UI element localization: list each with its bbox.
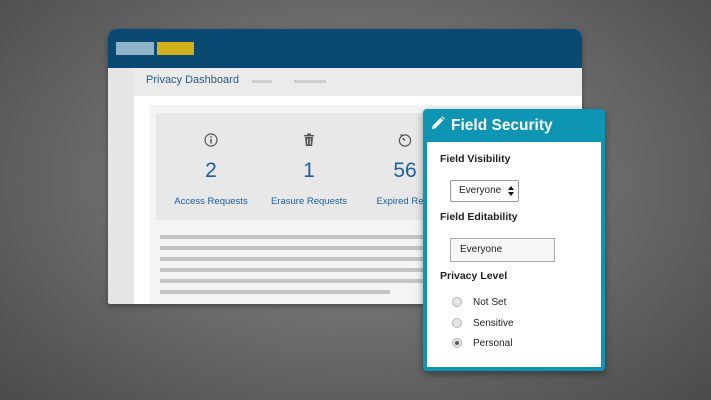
radio-label: Personal xyxy=(473,337,513,349)
panel-title: Field Security xyxy=(451,116,553,134)
text-line xyxy=(160,268,440,272)
panel-header: Field Security xyxy=(423,109,605,142)
privacy-option-sensitive[interactable]: Sensitive xyxy=(452,316,514,330)
panel-body: Field Visibility Everyone Field Editabil… xyxy=(427,142,601,367)
dashboard-navbar: Privacy Dashboard xyxy=(134,68,582,96)
nav-title[interactable]: Privacy Dashboard xyxy=(146,74,239,86)
nav-item-placeholder[interactable] xyxy=(294,80,326,83)
privacy-level-label: Privacy Level xyxy=(440,270,508,282)
field-security-panel: Field Security Field Visibility Everyone… xyxy=(423,109,605,371)
field-visibility-select[interactable]: Everyone xyxy=(450,180,519,202)
privacy-option-personal[interactable]: Personal xyxy=(452,336,512,350)
text-line xyxy=(160,257,440,261)
content-text-placeholder xyxy=(160,235,440,301)
field-visibility-label: Field Visibility xyxy=(440,153,511,165)
radio-label: Not Set xyxy=(473,296,507,308)
stat-access-requests[interactable]: 2 Access Requests xyxy=(156,113,266,220)
titlebar-tab-placeholder xyxy=(116,42,154,55)
trash-icon xyxy=(254,133,364,149)
field-editability-label: Field Editability xyxy=(440,211,518,223)
radio-button[interactable] xyxy=(452,297,462,307)
text-line xyxy=(160,279,440,283)
text-line xyxy=(160,235,440,239)
stat-label: Access Requests xyxy=(174,196,248,207)
stat-label: Erasure Requests xyxy=(270,196,348,207)
nav-item-placeholder[interactable] xyxy=(252,80,272,83)
pencil-icon xyxy=(431,116,445,135)
select-value: Everyone xyxy=(459,185,502,196)
select-arrow-icon xyxy=(508,186,514,196)
privacy-option-not-set[interactable]: Not Set xyxy=(452,295,506,309)
field-editability-input[interactable]: Everyone xyxy=(450,238,555,262)
radio-label: Sensitive xyxy=(473,317,514,329)
text-line xyxy=(160,246,440,250)
stat-value: 1 xyxy=(303,159,315,182)
info-icon xyxy=(156,133,266,149)
stat-value: 2 xyxy=(205,159,217,182)
radio-button[interactable] xyxy=(452,318,462,328)
text-line xyxy=(160,290,390,294)
window-titlebar xyxy=(108,29,582,68)
radio-button[interactable] xyxy=(452,338,462,348)
stat-erasure-requests[interactable]: 1 Erasure Requests xyxy=(254,113,364,220)
titlebar-accent-placeholder xyxy=(157,42,194,55)
